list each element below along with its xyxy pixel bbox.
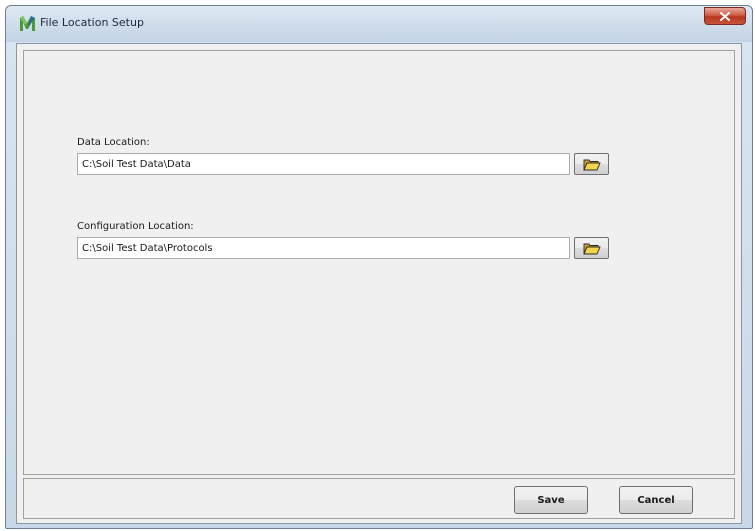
button-bar: Save Cancel	[23, 478, 735, 519]
cancel-button[interactable]: Cancel	[619, 486, 693, 514]
data-location-browse-button[interactable]	[574, 153, 609, 175]
config-location-input[interactable]	[77, 237, 570, 259]
close-icon	[720, 11, 730, 21]
save-button[interactable]: Save	[514, 486, 588, 514]
dialog-window: File Location Setup Data Location: Confi…	[5, 5, 753, 529]
dialog-body: Data Location: Configuration Location: S…	[16, 43, 742, 524]
close-button[interactable]	[704, 7, 746, 25]
config-location-label: Configuration Location:	[77, 221, 194, 232]
app-logo-icon	[20, 16, 35, 31]
data-location-input[interactable]	[77, 153, 570, 175]
window-title: File Location Setup	[40, 16, 144, 29]
folder-open-icon	[582, 243, 601, 254]
config-location-browse-button[interactable]	[574, 237, 609, 259]
title-bar[interactable]: File Location Setup	[6, 6, 752, 42]
folder-open-icon	[582, 159, 601, 170]
location-panel: Data Location: Configuration Location:	[23, 50, 735, 475]
data-location-label: Data Location:	[77, 137, 150, 148]
